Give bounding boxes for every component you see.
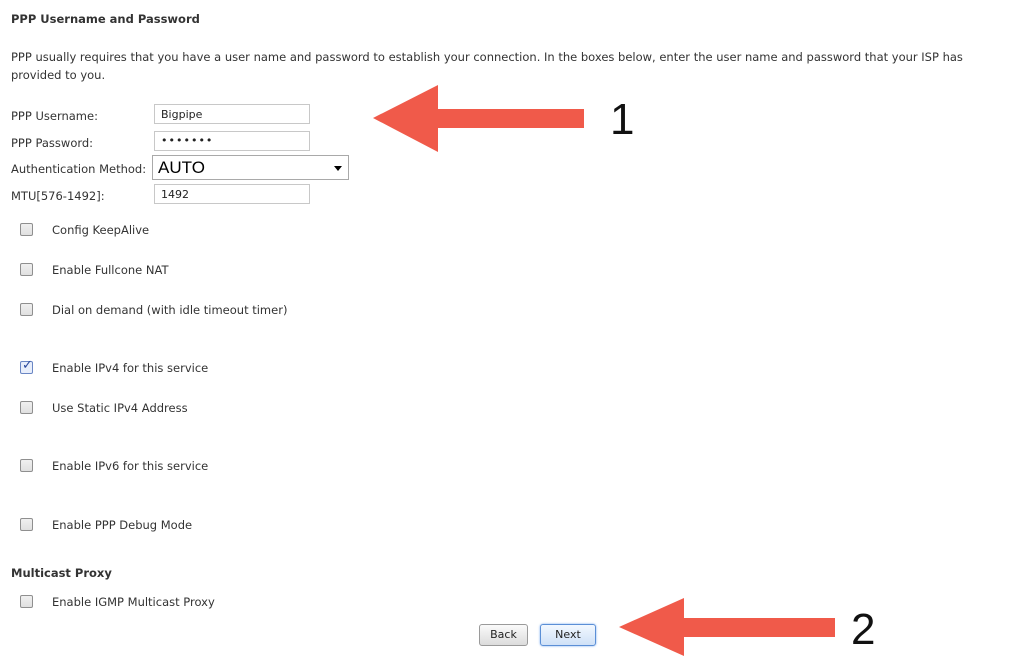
enable-ipv6-label: Enable IPv6 for this service (52, 459, 209, 473)
annotation-arrow-2 (619, 598, 835, 656)
password-label: PPP Password: (11, 136, 94, 150)
page-description: PPP usually requires that you have a use… (11, 50, 963, 82)
auth-method-value: AUTO (158, 158, 205, 177)
back-button[interactable]: Back (479, 624, 528, 646)
static-ipv4-checkbox[interactable] (20, 401, 33, 414)
annotation-number-2: 2 (851, 605, 876, 654)
ppp-debug-label: Enable PPP Debug Mode (52, 518, 193, 532)
config-keepalive-label: Config KeepAlive (52, 223, 150, 237)
annotation-number-1: 1 (610, 95, 635, 144)
igmp-proxy-checkbox[interactable] (20, 595, 33, 608)
ppp-debug-checkbox[interactable] (20, 518, 33, 531)
fullcone-nat-label: Enable Fullcone NAT (52, 263, 169, 277)
mtu-input[interactable] (154, 184, 310, 204)
auth-method-select[interactable]: AUTO (152, 155, 349, 180)
dial-on-demand-label: Dial on demand (with idle timeout timer) (52, 303, 288, 317)
checkmark-icon: ✓ (22, 358, 33, 373)
mtu-label: MTU[576-1492]: (11, 189, 105, 203)
enable-ipv6-checkbox[interactable] (20, 459, 33, 472)
chevron-down-icon (334, 166, 342, 171)
config-keepalive-checkbox[interactable] (20, 223, 33, 236)
annotation-arrow-1 (373, 85, 584, 152)
password-input[interactable]: ••••••• (154, 131, 310, 151)
fullcone-nat-checkbox[interactable] (20, 263, 33, 276)
page-title: PPP Username and Password (11, 12, 200, 26)
next-button[interactable]: Next (540, 624, 596, 646)
enable-ipv4-checkbox[interactable]: ✓ (20, 358, 33, 374)
username-label: PPP Username: (11, 109, 98, 123)
auth-method-label: Authentication Method: (11, 162, 147, 176)
igmp-proxy-label: Enable IGMP Multicast Proxy (52, 595, 215, 609)
static-ipv4-label: Use Static IPv4 Address (52, 401, 188, 415)
multicast-section-title: Multicast Proxy (11, 566, 112, 580)
enable-ipv4-label: Enable IPv4 for this service (52, 361, 209, 375)
dial-on-demand-checkbox[interactable] (20, 303, 33, 316)
username-input[interactable] (154, 104, 310, 124)
